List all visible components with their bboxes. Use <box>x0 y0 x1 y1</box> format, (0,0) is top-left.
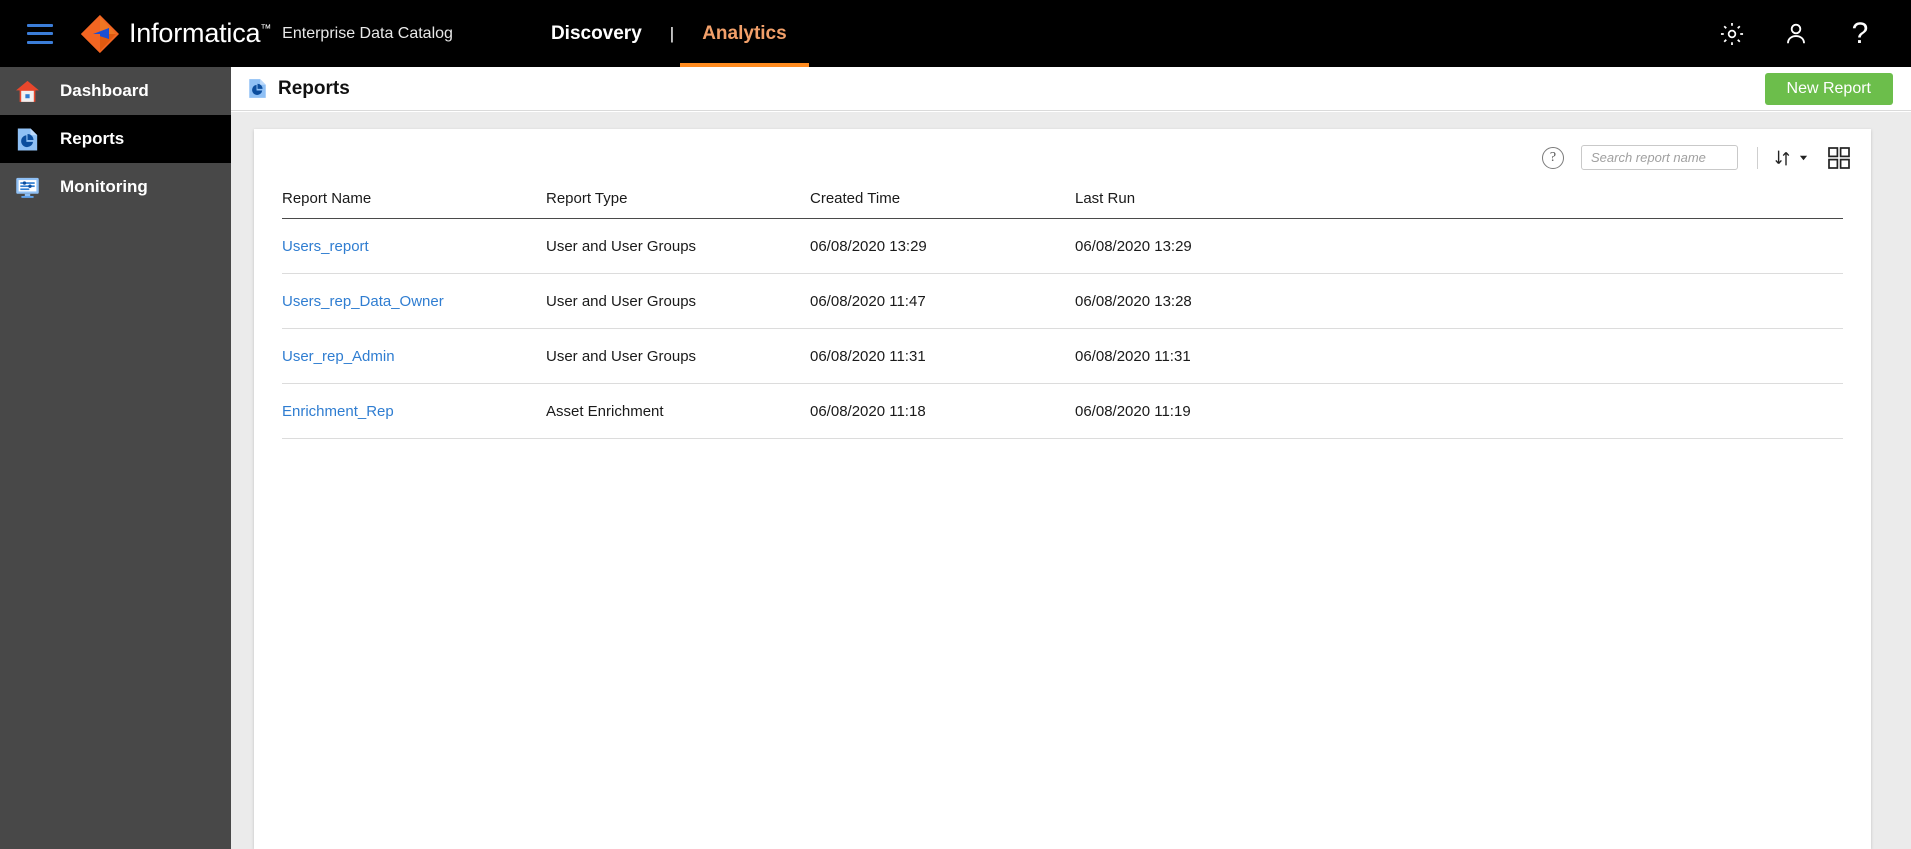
cell-created-time: 06/08/2020 11:18 <box>810 383 1075 439</box>
sort-arrows-icon[interactable] <box>1774 148 1808 168</box>
hamburger-menu-icon[interactable] <box>27 23 53 44</box>
column-header-last-run[interactable]: Last Run <box>1075 186 1843 219</box>
report-name-link[interactable]: Users_report <box>282 238 369 255</box>
table-row[interactable]: User_rep_Admin User and User Groups 06/0… <box>282 328 1843 384</box>
report-name-link[interactable]: User_rep_Admin <box>282 348 395 365</box>
cell-last-run: 06/08/2020 11:19 <box>1075 383 1843 439</box>
cell-report-type: User and User Groups <box>546 218 810 274</box>
toolbar-divider <box>1757 146 1758 169</box>
informatica-logo-icon[interactable] <box>79 13 121 55</box>
trademark-symbol: ™ <box>260 23 272 35</box>
main-content-area: Reports New Report ? Search report name … <box>231 67 1911 849</box>
hamburger-line <box>27 23 53 27</box>
product-name: Enterprise Data Catalog <box>282 24 453 42</box>
grid-view-icon[interactable] <box>1828 146 1850 169</box>
hamburger-line <box>27 40 53 44</box>
tab-discovery[interactable]: Discovery <box>529 0 664 67</box>
column-header-created-time[interactable]: Created Time <box>810 186 1075 219</box>
sidebar-item-label: Dashboard <box>60 81 149 100</box>
hamburger-line <box>27 32 53 35</box>
home-icon <box>12 76 42 106</box>
column-header-report-type[interactable]: Report Type <box>546 186 810 219</box>
cell-created-time: 06/08/2020 11:31 <box>810 328 1075 384</box>
cell-report-name: User_rep_Admin <box>282 328 546 384</box>
reports-table-head: Report Name Report Type Created Time Las… <box>282 186 1843 219</box>
table-row[interactable]: Enrichment_Rep Asset Enrichment 06/08/20… <box>282 383 1843 439</box>
tab-analytics[interactable]: Analytics <box>680 0 810 67</box>
user-icon[interactable] <box>1781 19 1811 49</box>
reports-toolbar: ? <box>254 129 1871 186</box>
page-title: Reports <box>278 77 350 99</box>
table-header-row: Report Name Report Type Created Time Las… <box>282 186 1843 219</box>
reports-table-wrapper: Report Name Report Type Created Time Las… <box>254 186 1871 439</box>
header-icon-group: ? <box>1717 18 1875 49</box>
cell-last-run: 06/08/2020 11:31 <box>1075 328 1843 384</box>
cell-last-run: 06/08/2020 13:28 <box>1075 273 1843 329</box>
top-header-bar: Informatica™ Enterprise Data Catalog Dis… <box>0 0 1911 67</box>
sidebar-item-label: Monitoring <box>60 177 148 196</box>
reports-card-panel: ? Search report name Report Name Report … <box>254 129 1871 849</box>
reports-pie-icon <box>245 77 269 101</box>
content-background: ? Search report name Report Name Report … <box>231 112 1911 849</box>
cell-created-time: 06/08/2020 13:29 <box>810 218 1075 274</box>
monitor-icon <box>12 172 42 202</box>
brand-text: Informatica <box>129 18 261 48</box>
report-name-link[interactable]: Enrichment_Rep <box>282 403 394 420</box>
cell-report-name: Users_rep_Data_Owner <box>282 273 546 329</box>
cell-report-type: Asset Enrichment <box>546 383 810 439</box>
cell-report-name: Users_report <box>282 218 546 274</box>
primary-nav-tabs: Discovery | Analytics <box>529 0 810 67</box>
search-input[interactable] <box>1581 145 1738 170</box>
cell-created-time: 06/08/2020 11:47 <box>810 273 1075 329</box>
brand-name: Informatica™ <box>129 20 271 47</box>
sidebar-item-label: Reports <box>60 129 125 148</box>
cell-report-name: Enrichment_Rep <box>282 383 546 439</box>
cell-report-type: User and User Groups <box>546 328 810 384</box>
page-header: Reports New Report <box>231 67 1911 111</box>
column-header-report-name[interactable]: Report Name <box>282 186 546 219</box>
new-report-button[interactable]: New Report <box>1764 72 1893 105</box>
tab-separator: | <box>669 23 675 43</box>
sidebar-item-dashboard[interactable]: Dashboard <box>0 67 231 115</box>
table-row[interactable]: Users_report User and User Groups 06/08/… <box>282 218 1843 274</box>
cell-last-run: 06/08/2020 13:29 <box>1075 218 1843 274</box>
help-icon[interactable]: ? <box>1845 18 1875 49</box>
help-circle-icon[interactable]: ? <box>1542 146 1564 169</box>
reports-table-body: Users_report User and User Groups 06/08/… <box>282 218 1843 439</box>
gear-icon[interactable] <box>1717 19 1747 49</box>
reports-pie-icon <box>12 124 42 154</box>
left-sidebar: Dashboard Reports Monitoring <box>0 67 231 849</box>
sidebar-item-reports[interactable]: Reports <box>0 115 231 163</box>
reports-table: Report Name Report Type Created Time Las… <box>282 186 1843 439</box>
sidebar-item-monitoring[interactable]: Monitoring <box>0 163 231 211</box>
table-row[interactable]: Users_rep_Data_Owner User and User Group… <box>282 273 1843 329</box>
cell-report-type: User and User Groups <box>546 273 810 329</box>
report-name-link[interactable]: Users_rep_Data_Owner <box>282 293 444 310</box>
